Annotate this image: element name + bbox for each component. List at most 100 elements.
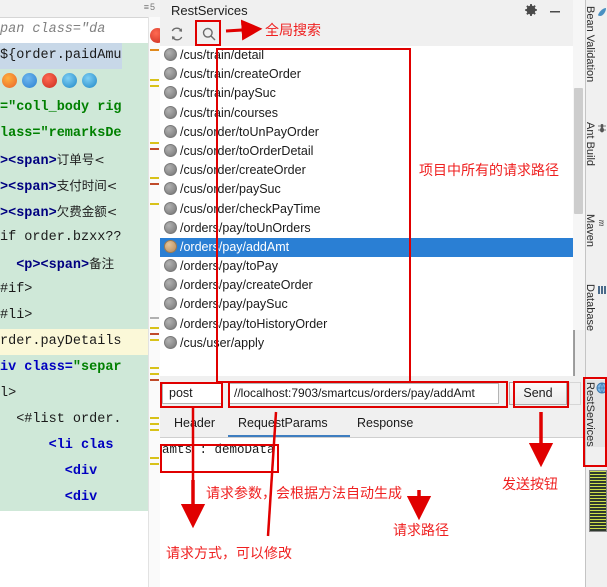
memory-indicator[interactable] — [589, 470, 607, 532]
gutter-mark — [150, 203, 159, 205]
code-token: "separ — [72, 360, 122, 375]
gutter-mark — [150, 183, 159, 185]
method-input[interactable]: post — [162, 383, 222, 404]
sidebar-item-ant-build[interactable]: Ant Build — [584, 120, 607, 166]
code-line[interactable]: rder.payDetails — [0, 329, 160, 355]
gutter-mark — [150, 373, 159, 375]
endpoint-path-label: /cus/order/createOrder — [180, 163, 306, 178]
code-line[interactable]: <#list order. — [0, 407, 160, 433]
gutter-mark — [150, 177, 159, 179]
gutter-mark — [150, 317, 159, 319]
code-token: rder.payDetails — [0, 334, 122, 349]
code-line[interactable]: <div — [0, 459, 160, 485]
endpoint-path-label: /orders/pay/toPay — [180, 259, 278, 274]
code-token: pan class="da — [0, 22, 106, 37]
sidebar-label: RestServices — [584, 382, 596, 447]
code-line[interactable]: pan class="da — [0, 17, 160, 43]
sidebar-item-bean-validation[interactable]: Bean Validation — [584, 4, 607, 82]
code-line[interactable]: iv class="separ — [0, 355, 160, 381]
editor-marker-gutter[interactable] — [148, 17, 160, 587]
right-tool-window-bar: Bean Validation Ant Build m Maven Databa… — [584, 0, 607, 587]
list-item[interactable]: /cus/train/detail — [160, 46, 574, 65]
list-item[interactable]: /cus/order/checkPayTime — [160, 200, 574, 219]
code-token: #if> — [0, 282, 33, 297]
list-item[interactable]: /cus/order/createOrder — [160, 161, 574, 180]
code-line[interactable]: <div — [0, 485, 160, 511]
code-line[interactable]: if order.bzxx?? — [0, 225, 160, 251]
gutter-mark — [150, 417, 159, 419]
list-item[interactable]: /cus/order/toUnPayOrder — [160, 123, 574, 142]
code-editor[interactable]: ≡5 pan class="da ${order.paidAmu ="coll_bo… — [0, 0, 160, 587]
endpoint-path-label: /orders/pay/toUnOrders — [180, 220, 311, 235]
list-item[interactable]: /orders/pay/toHistoryOrder — [160, 315, 574, 334]
code-line[interactable]: #if> — [0, 277, 160, 303]
maven-icon: m — [596, 214, 607, 227]
code-line[interactable]: lass="remarksDe — [0, 121, 160, 147]
list-item[interactable]: /cus/order/paySuc — [160, 180, 574, 199]
list-item[interactable]: /cus/train/paySuc — [160, 84, 574, 103]
list-item[interactable]: /orders/pay/toUnOrders — [160, 219, 574, 238]
request-params-panel[interactable]: amts : demoData — [160, 438, 585, 587]
code-line[interactable]: ><span>订单号< — [0, 147, 160, 173]
list-item[interactable]: /cus/order/toOrderDetail — [160, 142, 574, 161]
list-item[interactable]: /orders/pay/addAmt — [160, 237, 574, 258]
code-line[interactable]: ><span>支付时间< — [0, 173, 160, 199]
tab-response[interactable]: Response — [357, 416, 413, 430]
request-tabs: Header RequestParams Response — [160, 412, 585, 438]
code-line[interactable]: ><span>欠费金额< — [0, 199, 160, 225]
gutter-mark — [150, 379, 159, 381]
code-token: iv class= — [0, 360, 73, 375]
endpoint-bullet-icon — [164, 316, 177, 330]
tab-request-params[interactable]: RequestParams — [238, 416, 328, 430]
bean-validation-icon — [596, 6, 607, 18]
code-token: 备注 — [89, 256, 115, 271]
code-line[interactable]: l> — [0, 381, 160, 407]
endpoint-bullet-icon — [164, 297, 177, 311]
sidebar-item-maven[interactable]: m Maven — [584, 212, 607, 247]
sidebar-item-rest-services[interactable]: RestServices — [584, 380, 607, 447]
list-item[interactable]: /orders/pay/createOrder — [160, 276, 574, 295]
code-token: 欠费金额< — [56, 204, 118, 219]
gutter-mark — [150, 148, 159, 150]
code-lines[interactable]: pan class="da ${order.paidAmu ="coll_body … — [0, 17, 160, 587]
search-icon[interactable] — [200, 25, 218, 43]
endpoint-bullet-icon — [164, 48, 177, 61]
active-tab-underline — [228, 435, 350, 437]
endpoint-path-label: /cus/order/toUnPayOrder — [180, 124, 319, 139]
code-line[interactable]: ${order.paidAmu — [0, 43, 160, 69]
code-token: ="coll_body rig — [0, 100, 122, 115]
list-item[interactable]: /cus/train/courses — [160, 104, 574, 123]
sidebar-item-database[interactable]: Database — [584, 282, 607, 331]
tab-header[interactable]: Header — [174, 416, 215, 430]
code-token: <div — [0, 490, 98, 505]
endpoint-path-label: /orders/pay/toHistoryOrder — [180, 316, 328, 331]
list-item[interactable]: /orders/pay/paySuc — [160, 295, 574, 314]
endpoint-bullet-icon — [164, 86, 177, 100]
refresh-icon[interactable] — [168, 25, 186, 43]
editor-inspection-widget[interactable]: ≡5 — [144, 2, 156, 12]
list-item[interactable]: /cus/train/createOrder — [160, 65, 574, 84]
opera-icon — [42, 73, 57, 88]
code-token: if order.bzxx?? — [0, 230, 122, 245]
endpoint-list[interactable]: /cus/train/detail/cus/train/createOrder /… — [160, 46, 575, 376]
list-item[interactable]: /orders/pay/toPay — [160, 257, 574, 276]
send-button[interactable]: Send — [509, 382, 567, 405]
code-line[interactable]: <li clas — [0, 433, 160, 459]
tool-window-title-bar: RestServices — [160, 0, 585, 22]
url-input[interactable]: //localhost:7903/smartcus/orders/pay/add… — [229, 383, 499, 404]
code-line[interactable]: #li> — [0, 303, 160, 329]
gear-icon[interactable] — [523, 3, 539, 19]
gutter-mark — [150, 327, 159, 329]
request-bar-spacer — [569, 382, 581, 405]
endpoint-path-label: /cus/order/toOrderDetail — [180, 143, 314, 158]
minimize-icon[interactable] — [547, 3, 563, 19]
params-text[interactable]: amts : demoData — [162, 443, 275, 457]
gutter-mark — [150, 429, 159, 431]
code-token: ><span> — [0, 180, 57, 195]
gutter-mark — [150, 85, 159, 87]
list-item[interactable]: /cus/user/apply — [160, 334, 574, 353]
code-line[interactable]: <p><span>备注 — [0, 251, 160, 277]
scrollbar-thumb[interactable] — [574, 88, 583, 214]
gutter-mark — [150, 457, 159, 459]
code-line[interactable]: ="coll_body rig — [0, 95, 160, 121]
